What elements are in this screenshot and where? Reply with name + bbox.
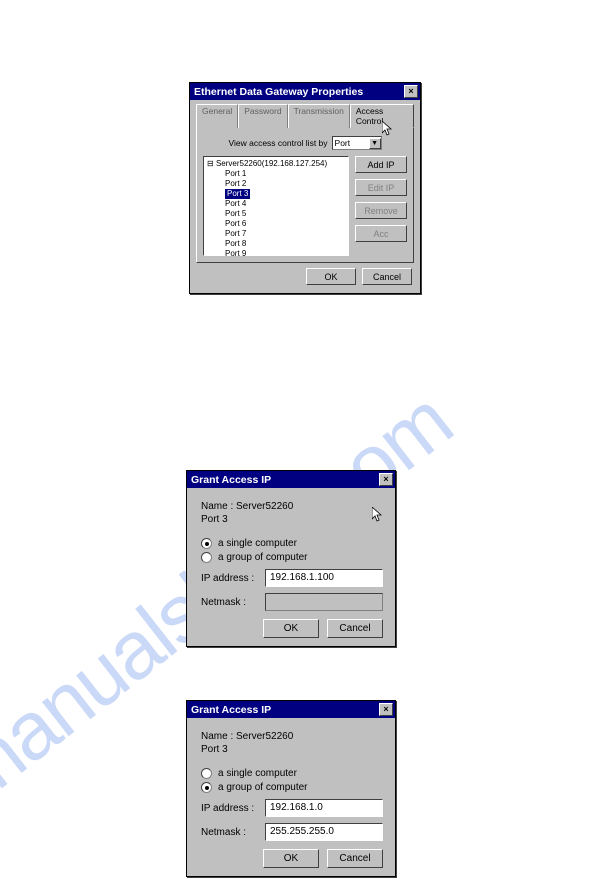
ip-input[interactable]: 192.168.1.0 (265, 799, 383, 817)
tree-root[interactable]: ⊟ Server52260(192.168.127.254) (207, 159, 345, 169)
grant-access-dialog-single: Grant Access IP × Name : Server52260 Por… (186, 470, 396, 647)
ok-button[interactable]: OK (306, 268, 356, 285)
radio-icon[interactable] (201, 782, 212, 793)
titlebar: Ethernet Data Gateway Properties × (190, 83, 420, 100)
radio-group[interactable]: a group of computer (201, 552, 383, 563)
tree-item-port[interactable]: Port 7 (207, 229, 345, 239)
grant-access-dialog-group: Grant Access IP × Name : Server52260 Por… (186, 700, 396, 877)
cancel-button[interactable]: Cancel (327, 619, 383, 638)
ip-input[interactable]: 192.168.1.100 (265, 569, 383, 587)
tree-item-port[interactable]: Port 6 (207, 219, 345, 229)
edit-ip-button[interactable]: Edit IP (355, 179, 407, 196)
mask-input (265, 593, 383, 611)
radio-group[interactable]: a group of computer (201, 782, 383, 793)
radio-icon[interactable] (201, 538, 212, 549)
tree-item-port[interactable]: Port 3 (207, 189, 345, 199)
radio-icon[interactable] (201, 768, 212, 779)
title-text: Grant Access IP (191, 474, 271, 486)
tree-item-port[interactable]: Port 1 (207, 169, 345, 179)
tree-item-port[interactable]: Port 4 (207, 199, 345, 209)
chevron-down-icon[interactable]: ▼ (369, 138, 381, 149)
gateway-properties-dialog: Ethernet Data Gateway Properties × Gener… (189, 82, 421, 294)
button-column: Add IP Edit IP Remove Acc (355, 156, 407, 256)
tab-strip: General Password Transmission Access Con… (196, 103, 414, 127)
ok-button[interactable]: OK (263, 619, 319, 638)
info-block: Name : Server52260 Port 3 (201, 730, 383, 756)
close-icon[interactable]: × (379, 473, 393, 486)
access-tree[interactable]: ⊟ Server52260(192.168.127.254) Port 1Por… (203, 156, 349, 256)
radio-single[interactable]: a single computer (201, 538, 383, 549)
view-by-combo[interactable]: Port ▼ (332, 136, 382, 150)
tab-panel: View access control list by Port ▼ ⊟ Ser… (196, 127, 414, 263)
tree-item-port[interactable]: Port 2 (207, 179, 345, 189)
combo-value: Port (335, 138, 351, 148)
tab-general[interactable]: General (196, 104, 238, 128)
tab-password[interactable]: Password (238, 104, 287, 128)
titlebar: Grant Access IP × (187, 701, 395, 718)
tree-item-port[interactable]: Port 9 (207, 249, 345, 259)
tab-transmission[interactable]: Transmission (288, 104, 350, 128)
view-label: View access control list by (228, 138, 327, 148)
close-icon[interactable]: × (404, 85, 418, 98)
radio-label: a group of computer (218, 782, 308, 793)
title-text: Ethernet Data Gateway Properties (194, 86, 363, 98)
ip-label: IP address : (201, 573, 257, 584)
titlebar: Grant Access IP × (187, 471, 395, 488)
mask-label: Netmask : (201, 827, 257, 838)
remove-button[interactable]: Remove (355, 202, 407, 219)
acc-button[interactable]: Acc (355, 225, 407, 242)
radio-icon[interactable] (201, 552, 212, 563)
tree-item-port[interactable]: Port 5 (207, 209, 345, 219)
radio-label: a single computer (218, 768, 297, 779)
ip-label: IP address : (201, 803, 257, 814)
tree-item-port[interactable]: Port 8 (207, 239, 345, 249)
cancel-button[interactable]: Cancel (362, 268, 412, 285)
radio-label: a single computer (218, 538, 297, 549)
radio-single[interactable]: a single computer (201, 768, 383, 779)
tab-access-control[interactable]: Access Control (350, 104, 414, 128)
mask-label: Netmask : (201, 597, 257, 608)
mask-input[interactable]: 255.255.255.0 (265, 823, 383, 841)
close-icon[interactable]: × (379, 703, 393, 716)
ok-button[interactable]: OK (263, 849, 319, 868)
add-ip-button[interactable]: Add IP (355, 156, 407, 173)
cancel-button[interactable]: Cancel (327, 849, 383, 868)
info-block: Name : Server52260 Port 3 (201, 500, 383, 526)
radio-label: a group of computer (218, 552, 308, 563)
title-text: Grant Access IP (191, 704, 271, 716)
